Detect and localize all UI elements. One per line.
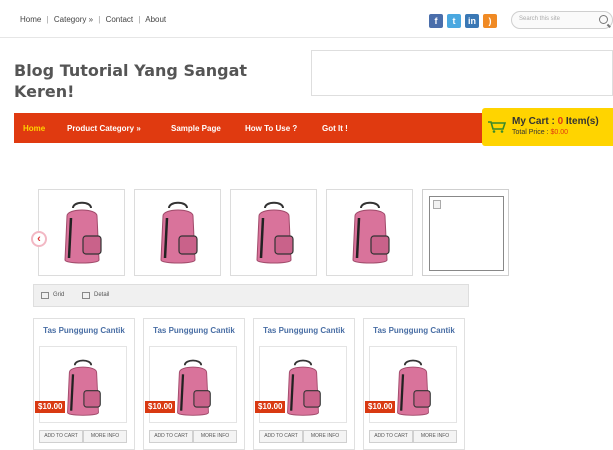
facebook-icon[interactable]: f	[429, 14, 443, 28]
view-grid-option[interactable]: Grid	[53, 292, 64, 298]
search-input[interactable]: Search this site	[511, 11, 613, 29]
backpack-icon	[352, 201, 390, 264]
nav-how-to-use[interactable]: How To Use ?	[245, 124, 297, 133]
more-info-button[interactable]: MORE INFO	[413, 430, 457, 443]
separator: |	[46, 15, 49, 24]
product-card: Tas Punggung Cantik $10.00 ADD TO CART M…	[33, 318, 135, 450]
backpack-icon	[287, 359, 321, 416]
top-nav-contact[interactable]: Contact	[106, 15, 134, 24]
cart-price-value: $0.00	[550, 129, 569, 136]
price-badge: $10.00	[145, 401, 176, 413]
add-to-cart-button[interactable]: ADD TO CART	[369, 430, 413, 443]
product-title[interactable]: Tas Punggung Cantik	[144, 326, 244, 335]
view-switch-bar: Grid Detail	[33, 284, 469, 307]
more-info-button[interactable]: MORE INFO	[303, 430, 347, 443]
product-title[interactable]: Tas Punggung Cantik	[254, 326, 354, 335]
search-icon[interactable]	[599, 15, 608, 24]
product-card: Tas Punggung Cantik $10.00 ADD TO CART M…	[253, 318, 355, 450]
social-icons: f t in)	[429, 11, 501, 29]
slider-thumb[interactable]	[38, 189, 125, 276]
nav-product-category[interactable]: Product Category »	[67, 124, 141, 133]
linkedin-icon[interactable]: in	[465, 14, 479, 28]
backpack-icon	[397, 359, 431, 416]
top-nav-home[interactable]: Home	[20, 15, 41, 24]
prev-arrow-icon[interactable]: ‹	[31, 231, 47, 247]
site-title[interactable]: Blog Tutorial Yang Sangat Keren!	[14, 60, 274, 102]
separator: |	[98, 15, 101, 24]
view-detail-option[interactable]: Detail	[94, 292, 109, 298]
backpack-icon	[67, 359, 101, 416]
cart-price-label: Total Price :	[512, 129, 551, 136]
add-to-cart-button[interactable]: ADD TO CART	[39, 430, 83, 443]
cart-title-prefix: My Cart :	[512, 116, 558, 127]
nav-sample-page[interactable]: Sample Page	[171, 124, 221, 133]
product-card: Tas Punggung Cantik $10.00 ADD TO CART M…	[143, 318, 245, 450]
top-nav-about[interactable]: About	[145, 15, 166, 24]
card-buttons: ADD TO CART MORE INFO	[39, 430, 127, 443]
top-nav: Home | Category » | Contact | About	[20, 15, 169, 24]
detail-icon[interactable]	[82, 292, 90, 299]
slider-thumb[interactable]	[230, 189, 317, 276]
backpack-icon	[160, 201, 198, 264]
backpack-icon	[177, 359, 211, 416]
product-title[interactable]: Tas Punggung Cantik	[34, 326, 134, 335]
backpack-icon	[256, 201, 294, 264]
cart-icon	[488, 121, 506, 133]
cart-total: Total Price : $0.00	[512, 129, 568, 136]
nav-home[interactable]: Home	[23, 124, 45, 133]
nav-got-it[interactable]: Got It !	[322, 124, 348, 133]
slider-thumb-empty[interactable]	[422, 189, 509, 276]
product-card: Tas Punggung Cantik $10.00 ADD TO CART M…	[363, 318, 465, 450]
separator: |	[138, 15, 141, 24]
header-banner	[311, 50, 613, 96]
slider-thumb[interactable]	[326, 189, 413, 276]
grid-icon[interactable]	[41, 292, 49, 299]
price-badge: $10.00	[365, 401, 396, 413]
broken-image-icon	[433, 200, 441, 209]
more-info-button[interactable]: MORE INFO	[193, 430, 237, 443]
more-info-button[interactable]: MORE INFO	[83, 430, 127, 443]
card-buttons: ADD TO CART MORE INFO	[259, 430, 347, 443]
product-title[interactable]: Tas Punggung Cantik	[364, 326, 464, 335]
card-buttons: ADD TO CART MORE INFO	[369, 430, 457, 443]
add-to-cart-button[interactable]: ADD TO CART	[259, 430, 303, 443]
image-placeholder	[429, 196, 504, 271]
price-badge: $10.00	[255, 401, 286, 413]
search-placeholder: Search this site	[519, 16, 561, 22]
cart-title: My Cart : 0 Item(s)	[512, 116, 599, 127]
twitter-icon[interactable]: t	[447, 14, 461, 28]
cart-title-suffix: Item(s)	[563, 116, 599, 127]
card-buttons: ADD TO CART MORE INFO	[149, 430, 237, 443]
price-badge: $10.00	[35, 401, 66, 413]
top-bar: Home | Category » | Contact | About f t in…	[0, 0, 613, 38]
slider-thumb[interactable]	[134, 189, 221, 276]
main-nav: Home Product Category » Sample Page How …	[14, 113, 484, 143]
top-nav-category[interactable]: Category »	[54, 15, 93, 24]
add-to-cart-button[interactable]: ADD TO CART	[149, 430, 193, 443]
rss-icon[interactable]: )	[483, 14, 497, 28]
cart-widget[interactable]: My Cart : 0 Item(s) Total Price : $0.00	[482, 108, 613, 146]
backpack-icon	[64, 201, 102, 264]
